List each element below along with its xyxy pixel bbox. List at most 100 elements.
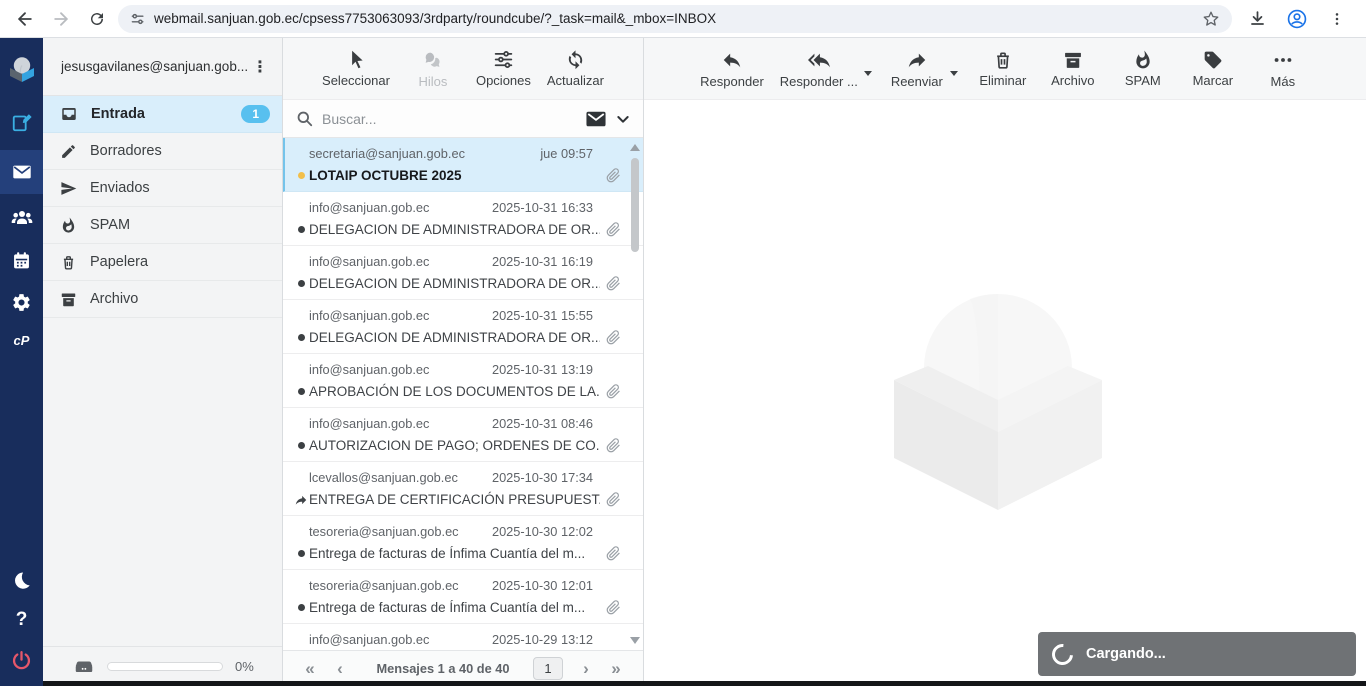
delete-button[interactable]: Eliminar (976, 50, 1030, 88)
message-row[interactable]: tesoreria@sanjuan.gob.ec 2025-10-30 12:0… (283, 570, 643, 624)
forward-button[interactable]: Reenviar (890, 49, 944, 89)
archive-button[interactable]: Archivo (1046, 50, 1100, 88)
attachment-icon (606, 600, 621, 615)
search-options-chevron-icon[interactable] (615, 111, 631, 127)
message-list: secretaria@sanjuan.gob.ec jue 09:57 LOTA… (283, 138, 643, 650)
refresh-button[interactable]: Actualizar (547, 49, 604, 88)
message-sender: lcevallos@sanjuan.gob.ec (309, 469, 484, 487)
chevron-down-icon (864, 71, 872, 76)
message-row[interactable]: info@sanjuan.gob.ec 2025-10-31 13:19 APR… (283, 354, 643, 408)
message-preview-area: Cargando... (644, 100, 1366, 686)
message-sender: secretaria@sanjuan.gob.ec (309, 145, 532, 163)
forward-arrow-icon[interactable] (46, 4, 76, 34)
reply-button[interactable]: Responder (700, 49, 764, 89)
mail-tab[interactable] (0, 150, 43, 194)
message-date: 2025-10-31 13:19 (492, 361, 593, 379)
message-date: 2025-10-31 08:46 (492, 415, 593, 433)
message-row[interactable]: tesoreria@sanjuan.gob.ec 2025-10-30 12:0… (283, 516, 643, 570)
scroll-down-icon[interactable] (630, 637, 640, 644)
search-input[interactable] (322, 111, 577, 127)
bookmark-star-icon[interactable] (1202, 10, 1220, 28)
chevron-down-icon (950, 71, 958, 76)
folder-item-spam[interactable]: SPAM (43, 207, 282, 244)
menu-kebab-icon[interactable] (1322, 4, 1352, 34)
forward-menu-caret[interactable] (950, 38, 960, 100)
taskbar-strip (43, 681, 1366, 686)
page-number-input[interactable]: 1 (533, 657, 563, 680)
cursor-icon (346, 49, 367, 70)
message-row[interactable]: secretaria@sanjuan.gob.ec jue 09:57 LOTA… (283, 138, 643, 192)
list-scrollbar[interactable] (629, 140, 641, 648)
cpanel-icon[interactable]: cP (0, 324, 43, 356)
message-sender: info@sanjuan.gob.ec (309, 253, 484, 271)
next-page-button[interactable]: › (573, 659, 599, 679)
dark-mode-toggle[interactable] (0, 560, 43, 600)
attachment-icon (606, 330, 621, 345)
reply-all-icon (808, 49, 830, 71)
search-scope-mail-icon[interactable] (585, 109, 607, 129)
threads-button[interactable]: Hilos (406, 49, 460, 89)
roundcube-logo-icon (0, 46, 43, 90)
reload-icon[interactable] (82, 4, 112, 34)
scrollbar-thumb[interactable] (631, 158, 639, 252)
message-row[interactable]: info@sanjuan.gob.ec 2025-10-31 08:46 AUT… (283, 408, 643, 462)
archive-icon (60, 291, 77, 308)
select-button[interactable]: Seleccionar (322, 49, 390, 88)
url-text[interactable]: webmail.sanjuan.gob.ec/cpsess7753063093/… (154, 11, 1194, 26)
folder-panel: jesusgavilanes@sanjuan.gob.... ⋮ Entrada… (43, 38, 283, 686)
download-icon[interactable] (1242, 4, 1272, 34)
message-subject: LOTAIP OCTUBRE 2025 (309, 163, 600, 188)
message-row[interactable]: info@sanjuan.gob.ec 2025-10-31 16:19 DEL… (283, 246, 643, 300)
folder-item-papelera[interactable]: Papelera (43, 244, 282, 281)
reply-all-menu-caret[interactable] (864, 38, 874, 100)
account-email: jesusgavilanes@sanjuan.gob.... (61, 59, 248, 74)
message-status-icon (293, 226, 309, 233)
folder-label: Archivo (90, 291, 138, 307)
attachment-icon (606, 168, 621, 183)
message-subject: ENTREGA DE CERTIFICACIÓN PRESUPUEST... (309, 487, 600, 512)
options-button[interactable]: Opciones (476, 49, 531, 88)
prev-page-button[interactable]: ‹ (327, 659, 353, 679)
message-row[interactable]: info@sanjuan.gob.ec 2025-10-29 13:12 (283, 624, 643, 650)
message-toolbar: Responder Responder ... Reenviar Elimina… (644, 38, 1366, 100)
attachment-icon (606, 546, 621, 561)
folder-item-enviados[interactable]: Enviados (43, 170, 282, 207)
message-status-icon (293, 442, 309, 449)
compose-button[interactable] (0, 102, 43, 142)
fire-icon (60, 217, 77, 234)
message-subject: APROBACIÓN DE LOS DOCUMENTOS DE LA... (309, 379, 600, 404)
account-menu-kebab-icon[interactable]: ⋮ (248, 57, 272, 77)
message-row[interactable]: lcevallos@sanjuan.gob.ec 2025-10-30 17:3… (283, 462, 643, 516)
reply-all-button[interactable]: Responder ... (780, 49, 858, 89)
site-settings-icon[interactable] (130, 11, 146, 27)
message-status-icon (293, 280, 309, 287)
help-button[interactable]: ? (0, 600, 43, 640)
folder-item-archivo[interactable]: Archivo (43, 281, 282, 318)
mark-button[interactable]: Marcar (1186, 50, 1240, 88)
threads-icon (422, 49, 444, 71)
message-status-icon (293, 550, 309, 557)
spam-button[interactable]: SPAM (1116, 50, 1170, 88)
quota-indicator: 0% (43, 646, 282, 686)
contacts-tab[interactable] (0, 198, 43, 238)
quota-percent: 0% (235, 659, 254, 674)
message-row[interactable]: info@sanjuan.gob.ec 2025-10-31 15:55 DEL… (283, 300, 643, 354)
message-sender: info@sanjuan.gob.ec (309, 361, 484, 379)
folder-label: Entrada (91, 106, 145, 122)
scroll-up-icon[interactable] (630, 144, 640, 151)
folder-item-borradores[interactable]: Borradores (43, 133, 282, 170)
forward-icon (906, 49, 928, 71)
last-page-button[interactable]: » (603, 659, 629, 679)
message-row[interactable]: info@sanjuan.gob.ec 2025-10-31 16:33 DEL… (283, 192, 643, 246)
calendar-tab[interactable] (0, 240, 43, 280)
folder-item-entrada[interactable]: Entrada 1 (43, 96, 282, 133)
profile-icon[interactable] (1282, 4, 1312, 34)
logout-button[interactable] (0, 640, 43, 680)
more-button[interactable]: Más (1256, 49, 1310, 89)
back-arrow-icon[interactable] (10, 4, 40, 34)
disk-icon (73, 656, 95, 678)
attachment-icon (606, 276, 621, 291)
first-page-button[interactable]: « (297, 659, 323, 679)
address-bar[interactable]: webmail.sanjuan.gob.ec/cpsess7753063093/… (118, 5, 1232, 33)
settings-tab[interactable] (0, 282, 43, 322)
